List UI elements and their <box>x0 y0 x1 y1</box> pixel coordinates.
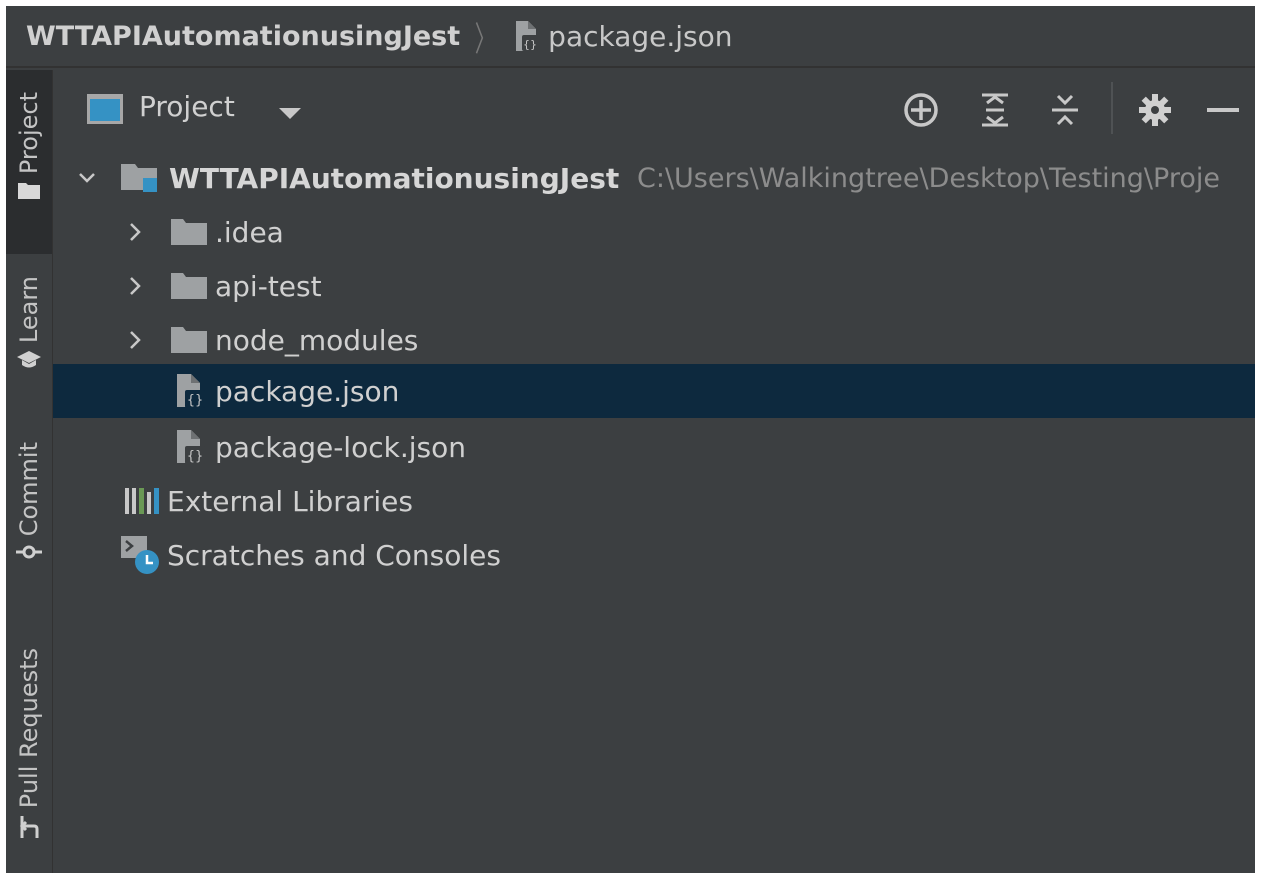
navigation-bar: WTTAPIAutomationusingJest 〉 {} package.j… <box>6 6 1255 68</box>
folder-icon <box>169 325 209 359</box>
tree-item-label: .idea <box>215 215 284 249</box>
json-file-icon: {} <box>173 428 207 470</box>
tree-item-idea[interactable]: .idea <box>53 205 1255 259</box>
project-view-icon <box>87 94 123 124</box>
tree-item-label: package-lock.json <box>215 430 466 464</box>
scratches-icon <box>119 534 161 580</box>
project-folder-icon <box>119 162 163 198</box>
tree-item-label: package.json <box>215 374 400 408</box>
gear-icon[interactable] <box>1135 90 1175 130</box>
folder-icon <box>17 180 41 204</box>
tool-button-learn[interactable]: Learn <box>6 276 52 404</box>
chevron-right-icon[interactable] <box>125 329 145 349</box>
header-divider <box>1111 82 1113 134</box>
json-file-icon: {} <box>173 372 207 414</box>
folder-icon <box>169 271 209 305</box>
tool-label-commit: Commit <box>15 442 43 537</box>
tree-item-label: api-test <box>215 269 322 303</box>
breadcrumb-project[interactable]: WTTAPIAutomationusingJest <box>26 21 460 52</box>
chevron-down-icon[interactable] <box>77 168 97 188</box>
project-panel: Project WTTAPIAutomationusingJest C:\Use… <box>53 70 1255 873</box>
minimize-icon[interactable] <box>1203 90 1243 130</box>
tree-item-label: Scratches and Consoles <box>167 538 501 572</box>
collapse-all-icon[interactable] <box>1045 90 1085 130</box>
commit-icon <box>16 542 42 566</box>
tree-root-row[interactable]: WTTAPIAutomationusingJest C:\Users\Walki… <box>53 151 1255 205</box>
tree-item-external-libraries[interactable]: External Libraries <box>53 474 1255 528</box>
tree-root-label: WTTAPIAutomationusingJest <box>169 161 620 195</box>
locate-icon[interactable] <box>901 90 941 130</box>
tool-label-project: Project <box>15 92 43 175</box>
chevron-right-icon[interactable] <box>125 275 145 295</box>
panel-header: Project <box>53 70 1255 148</box>
tool-button-commit[interactable]: Commit <box>6 442 52 592</box>
tree-root-path: C:\Users\Walkingtree\Desktop\Testing\Pro… <box>637 162 1220 194</box>
expand-all-icon[interactable] <box>975 90 1015 130</box>
tree-item-package-json[interactable]: {} package.json <box>53 364 1255 418</box>
tool-label-learn: Learn <box>15 276 43 344</box>
chevron-down-icon[interactable] <box>279 108 301 119</box>
breadcrumb-separator: 〉 <box>474 19 496 60</box>
folder-icon <box>169 217 209 251</box>
tree-item-label: node_modules <box>215 323 419 357</box>
pull-request-icon <box>18 814 40 844</box>
tool-window-strip: Project Learn Commit Pull Requests <box>6 70 53 873</box>
ide-window: WTTAPIAutomationusingJest 〉 {} package.j… <box>6 6 1255 873</box>
tree-item-package-lock-json[interactable]: {} package-lock.json <box>53 420 1255 474</box>
view-selector-label[interactable]: Project <box>139 90 235 123</box>
tool-button-pull-requests[interactable]: Pull Requests <box>6 648 52 868</box>
tree-item-label: External Libraries <box>167 484 413 518</box>
svg-text:{}: {} <box>523 38 537 51</box>
svg-text:{}: {} <box>187 393 204 408</box>
tool-label-pull-requests: Pull Requests <box>15 648 43 809</box>
breadcrumb-file[interactable]: package.json <box>548 20 732 53</box>
tree-item-node-modules[interactable]: node_modules <box>53 313 1255 367</box>
svg-text:{}: {} <box>187 449 204 464</box>
chevron-right-icon[interactable] <box>125 221 145 241</box>
json-file-icon: {} <box>512 19 540 53</box>
graduation-cap-icon <box>16 349 42 375</box>
tool-button-project[interactable]: Project <box>6 70 52 254</box>
tree-item-api-test[interactable]: api-test <box>53 259 1255 313</box>
tree-item-scratches[interactable]: Scratches and Consoles <box>53 528 1255 582</box>
library-icon <box>123 486 163 520</box>
